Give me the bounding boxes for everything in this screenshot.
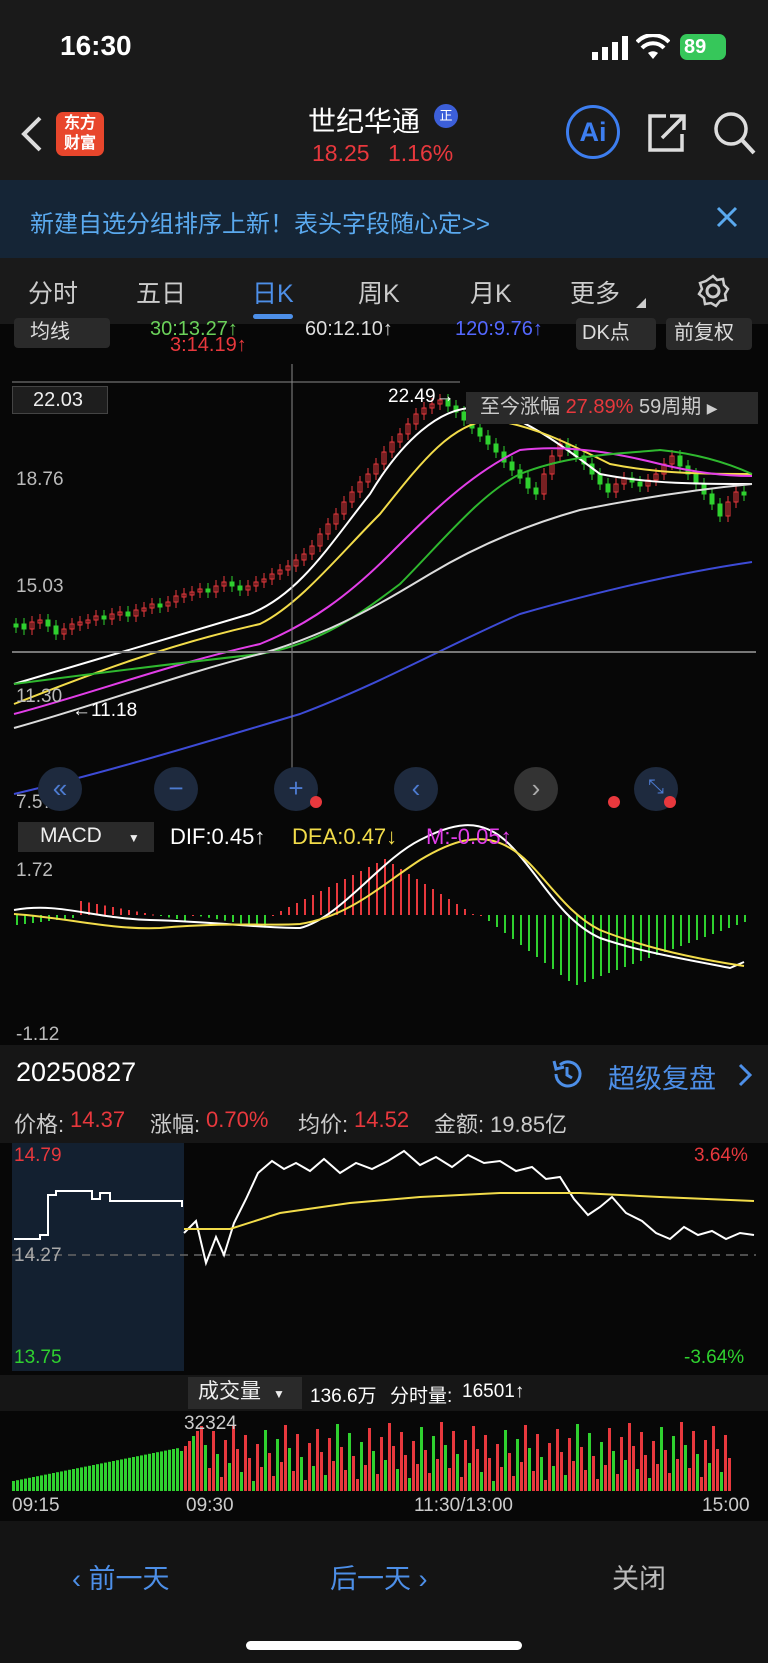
- close-button[interactable]: 关闭: [612, 1557, 666, 1596]
- tab-yuek[interactable]: 月K: [470, 274, 512, 310]
- close-icon[interactable]: [716, 206, 738, 228]
- intraday-ybot: 13.75: [14, 1347, 62, 1368]
- volume-total: 136.6万: [310, 1386, 377, 1407]
- kline-candles: [13, 394, 753, 795]
- time-label-0: 09:15: [12, 1495, 60, 1516]
- crosshair-price: 22.03: [12, 386, 108, 414]
- replay-date: 20250827: [16, 1057, 137, 1087]
- home-indicator: [246, 1641, 522, 1650]
- amt-label: 金额:: [434, 1112, 485, 1137]
- low-value: 11.18: [91, 700, 138, 721]
- banner-text: 新建自选分组排序上新！表头字段随心定>>: [30, 211, 491, 238]
- pan-right-button[interactable]: ›: [514, 767, 558, 811]
- volume-header: 成交量 ▼ 136.6万 分时量: 16501↑: [0, 1375, 768, 1411]
- status-bar: 16:30 89: [0, 0, 768, 100]
- macd-selector[interactable]: MACD ▼: [18, 822, 154, 852]
- tab-rik[interactable]: 日K: [252, 274, 294, 310]
- volume-per-label: 分时量:: [390, 1386, 453, 1407]
- intraday-svg: [12, 1149, 756, 1267]
- volume-per-value: 16501↑: [462, 1381, 525, 1402]
- stock-change: 1.16%: [388, 140, 454, 166]
- macd-svg: [13, 824, 746, 985]
- intraday-ymid: 14.27: [14, 1245, 62, 1266]
- margin-badge: 正: [434, 104, 458, 128]
- y-label-1: 18.76: [16, 469, 64, 490]
- volume-chart[interactable]: 32324 09:15 09:30 11:30/13:00 15:00: [0, 1411, 768, 1521]
- price-label: 价格:: [14, 1112, 65, 1137]
- zoom-out-button[interactable]: −: [154, 767, 198, 811]
- dif-value: DIF:0.45↑: [170, 824, 266, 849]
- period-tabs: 分时 五日 日K 周K 月K 更多: [0, 258, 768, 324]
- time-label-3: 15:00: [702, 1495, 750, 1516]
- tab-zhouk[interactable]: 周K: [358, 274, 400, 310]
- zoom-in-dot: [310, 796, 322, 808]
- more-dropdown-icon: [636, 298, 646, 308]
- history-icon[interactable]: [550, 1057, 584, 1091]
- y-label-3: 11.30: [16, 686, 63, 707]
- red-dot: [608, 796, 620, 808]
- wifi-icon: [636, 34, 670, 59]
- chevron-right-icon[interactable]: [738, 1063, 752, 1087]
- time-label-2: 11:30/13:00: [414, 1495, 513, 1516]
- ai-button[interactable]: Ai: [566, 105, 620, 159]
- gain-tip-label: 至今涨幅: [480, 396, 560, 418]
- amt-value: 19.85亿: [490, 1112, 568, 1137]
- pan-left-button[interactable]: ‹: [394, 767, 438, 811]
- stock-price: 18.25: [312, 140, 370, 166]
- super-replay-link[interactable]: 超级复盘: [608, 1057, 716, 1096]
- stock-name: 世纪华通: [308, 106, 421, 137]
- replay-bar: 20250827 超级复盘: [0, 1045, 768, 1103]
- high-value: 22.49: [388, 386, 436, 407]
- gain-tip[interactable]: 至今涨幅 27.89% 59周期 ▶: [466, 392, 758, 424]
- price-value: 14.37: [70, 1107, 126, 1132]
- intraday-ytop: 14.79: [14, 1145, 62, 1166]
- search-icon[interactable]: [712, 110, 756, 156]
- signal-icon: [592, 36, 628, 60]
- chg-label: 涨幅:: [150, 1112, 201, 1137]
- time-label-1: 09:30: [186, 1495, 234, 1516]
- app-logo: 东方 财富: [56, 112, 104, 156]
- low-label: ←11.18: [72, 700, 138, 721]
- intraday-ptop: 3.64%: [694, 1145, 748, 1166]
- dea-value: DEA:0.47↓: [292, 824, 398, 849]
- bottom-nav: ‹ 前一天 后一天 › 关闭: [0, 1521, 768, 1663]
- y-label-2: 15.03: [16, 576, 64, 597]
- tab-more[interactable]: 更多: [570, 274, 620, 310]
- fullscreen-dot: [664, 796, 676, 808]
- chevron-left-icon[interactable]: [18, 114, 44, 154]
- macd-ytop: 1.72: [16, 860, 53, 881]
- intraday-pbot: -3.64%: [684, 1347, 745, 1368]
- next-day-button[interactable]: 后一天 ›: [330, 1557, 428, 1596]
- tab-fenshi[interactable]: 分时: [28, 274, 78, 310]
- chg-value: 0.70%: [206, 1107, 269, 1132]
- gain-tip-period: 59周期: [638, 396, 702, 418]
- promo-banner[interactable]: 新建自选分组排序上新！表头字段随心定>>: [0, 180, 768, 258]
- volume-selector-label: 成交量: [198, 1380, 261, 1403]
- m-value: M:-0.05↑: [426, 824, 512, 849]
- intraday-chart[interactable]: 14.79 14.27 13.75 3.64% -3.64%: [0, 1143, 768, 1375]
- gear-icon[interactable]: [696, 274, 730, 308]
- prev-day-button[interactable]: ‹ 前一天: [72, 1557, 170, 1596]
- battery-icon: 89: [680, 34, 726, 60]
- battery-level: 89: [684, 36, 707, 58]
- intraday-info: 价格: 14.37 涨幅: 0.70% 均价: 14.52 金额: 19.85亿: [0, 1103, 768, 1143]
- avg-label: 均价:: [298, 1112, 349, 1137]
- fast-back-button[interactable]: «: [38, 767, 82, 811]
- macd-selector-label: MACD: [40, 824, 102, 847]
- avg-value: 14.52: [354, 1107, 410, 1132]
- stock-header: 东方 财富 世纪华通 正 18.25 1.16% Ai: [0, 100, 768, 180]
- prev-day-label: 前一天: [88, 1564, 170, 1594]
- active-tab-indicator: [253, 314, 293, 319]
- status-time: 16:30: [60, 30, 132, 61]
- high-label: 22.49→: [388, 386, 455, 407]
- next-day-label: 后一天: [330, 1564, 411, 1594]
- gain-tip-value: 27.89%: [565, 396, 634, 418]
- volume-peak: 32324: [184, 1413, 237, 1434]
- share-icon[interactable]: [646, 112, 688, 154]
- volume-svg: [12, 1422, 731, 1491]
- volume-selector[interactable]: 成交量 ▼: [188, 1377, 302, 1409]
- macd-ybot: -1.12: [16, 1024, 60, 1045]
- tab-wuri[interactable]: 五日: [136, 274, 186, 310]
